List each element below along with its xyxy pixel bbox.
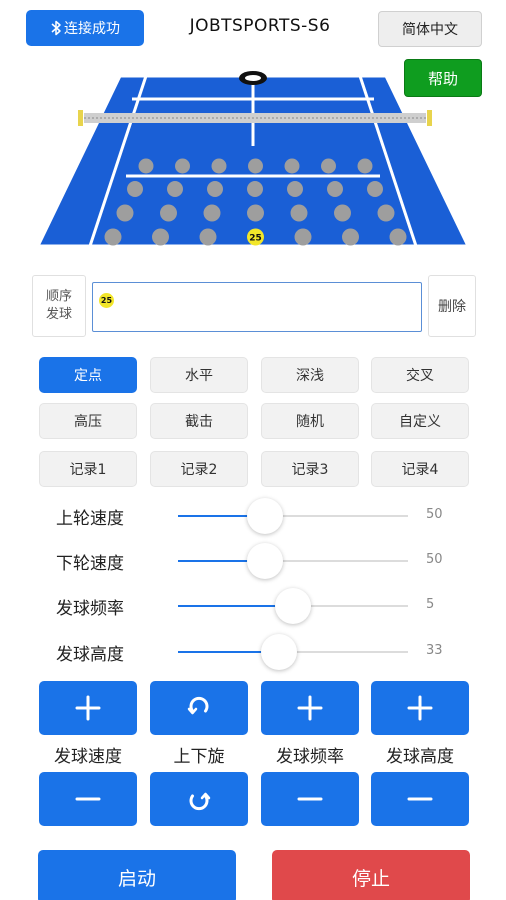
target-dot[interactable] (377, 204, 395, 222)
sequence-serve-label: 顺序 发球 (32, 275, 86, 337)
serve-frequency-value: 5 (426, 597, 435, 612)
upper-wheel-speed-slider-row: 上轮速度 50 (0, 496, 506, 536)
serve-frequency-label: 发球频率 (276, 747, 344, 767)
target-dot[interactable] (247, 204, 264, 222)
slider-thumb[interactable] (261, 634, 298, 670)
plus-icon (297, 695, 323, 721)
lower-wheel-speed-slider-row: 下轮速度 50 (0, 541, 506, 581)
target-dot[interactable] (167, 181, 183, 197)
target-dot[interactable] (389, 228, 407, 246)
sequence-label-line2: 发球 (45, 307, 72, 322)
serve-frequency-slider-row: 发球频率 5 (0, 586, 506, 626)
sequence-label-line1: 顺序 (45, 289, 72, 304)
serve-height-value: 33 (426, 643, 443, 658)
target-dot[interactable] (294, 228, 312, 246)
bluetooth-icon (50, 20, 62, 36)
target-dot[interactable] (175, 158, 190, 174)
minus-icon (297, 786, 323, 812)
sequence-item[interactable]: 25 (99, 293, 114, 308)
target-dot[interactable] (247, 181, 263, 197)
ball-machine-opening (245, 75, 261, 81)
serve-height-slider[interactable] (178, 634, 408, 670)
plus-icon (407, 695, 433, 721)
sequence-list[interactable]: 25 (92, 282, 422, 332)
target-dot[interactable] (342, 228, 359, 246)
serve-frequency-label: 发球频率 (56, 599, 124, 619)
upper-wheel-speed-slider[interactable] (178, 498, 408, 534)
upper-wheel-speed-value: 50 (426, 507, 443, 522)
target-dot[interactable] (207, 181, 223, 197)
bluetooth-connect-button[interactable]: 连接成功 (26, 10, 144, 46)
mode-button-cross[interactable]: 交叉 (371, 357, 469, 393)
target-dot[interactable] (248, 158, 263, 174)
target-dot[interactable] (334, 204, 351, 222)
rotate-cw-icon (186, 786, 212, 812)
target-dot[interactable] (152, 228, 169, 246)
selected-target-label: 25 (249, 234, 262, 244)
target-dot[interactable] (367, 181, 383, 197)
minus-icon (407, 786, 433, 812)
target-dot[interactable] (138, 158, 154, 174)
rotate-ccw-icon (186, 695, 212, 721)
mode-button-record-2[interactable]: 记录2 (150, 451, 248, 487)
stop-button[interactable]: 停止 (272, 850, 470, 900)
target-dot[interactable] (127, 181, 143, 197)
connect-status-label: 连接成功 (64, 21, 120, 37)
slider-thumb[interactable] (275, 588, 311, 624)
mode-button-record-1[interactable]: 记录1 (39, 451, 137, 487)
mode-button-smash[interactable]: 高压 (39, 403, 137, 439)
delete-button[interactable]: 删除 (428, 275, 476, 337)
mode-button-record-4[interactable]: 记录4 (371, 451, 469, 487)
start-button[interactable]: 启动 (38, 850, 236, 900)
serve-height-label: 发球高度 (386, 747, 454, 767)
mode-button-depth[interactable]: 深浅 (261, 357, 359, 393)
target-dot[interactable] (199, 228, 217, 246)
slider-thumb[interactable] (247, 543, 284, 579)
right-net-post (427, 110, 432, 126)
app-title: JOBTSPORTS-S6 (189, 16, 331, 36)
serve-frequency-increase-button[interactable] (261, 681, 359, 735)
spin-decrease-button[interactable] (150, 772, 248, 826)
language-button[interactable]: 简体中文 (378, 11, 482, 47)
upper-wheel-speed-label: 上轮速度 (56, 509, 124, 529)
mode-button-random[interactable]: 随机 (261, 403, 359, 439)
lower-wheel-speed-value: 50 (426, 552, 443, 567)
serve-height-decrease-button[interactable] (371, 772, 469, 826)
target-dot[interactable] (357, 158, 373, 174)
target-dot[interactable] (104, 228, 122, 246)
lower-wheel-speed-label: 下轮速度 (56, 554, 124, 574)
target-dot[interactable] (290, 204, 308, 222)
serve-height-slider-row: 发球高度 33 (0, 632, 506, 672)
serve-speed-increase-button[interactable] (39, 681, 137, 735)
lower-wheel-speed-slider[interactable] (178, 543, 408, 579)
target-dot[interactable] (116, 204, 134, 222)
mode-button-custom[interactable]: 自定义 (371, 403, 469, 439)
spin-increase-button[interactable] (150, 681, 248, 735)
target-dot[interactable] (287, 181, 303, 197)
serve-speed-label: 发球速度 (54, 747, 122, 767)
slider-thumb[interactable] (247, 498, 284, 534)
target-dot[interactable] (160, 204, 177, 222)
spin-label: 上下旋 (173, 747, 225, 767)
mode-button-horizontal[interactable]: 水平 (150, 357, 248, 393)
serve-height-label: 发球高度 (56, 645, 124, 665)
target-dot[interactable] (327, 181, 343, 197)
serve-height-increase-button[interactable] (371, 681, 469, 735)
target-dot[interactable] (203, 204, 221, 222)
mode-button-volley[interactable]: 截击 (150, 403, 248, 439)
mode-button-record-3[interactable]: 记录3 (261, 451, 359, 487)
serve-frequency-decrease-button[interactable] (261, 772, 359, 826)
target-dot[interactable] (211, 158, 227, 174)
target-dot[interactable] (284, 158, 300, 174)
minus-icon (75, 786, 101, 812)
left-net-post (78, 110, 83, 126)
plus-icon (75, 695, 101, 721)
serve-speed-decrease-button[interactable] (39, 772, 137, 826)
target-dot[interactable] (321, 158, 336, 174)
serve-frequency-slider[interactable] (178, 588, 408, 624)
mode-button-fixed-point[interactable]: 定点 (39, 357, 137, 393)
tennis-court[interactable]: 25 (28, 66, 478, 256)
